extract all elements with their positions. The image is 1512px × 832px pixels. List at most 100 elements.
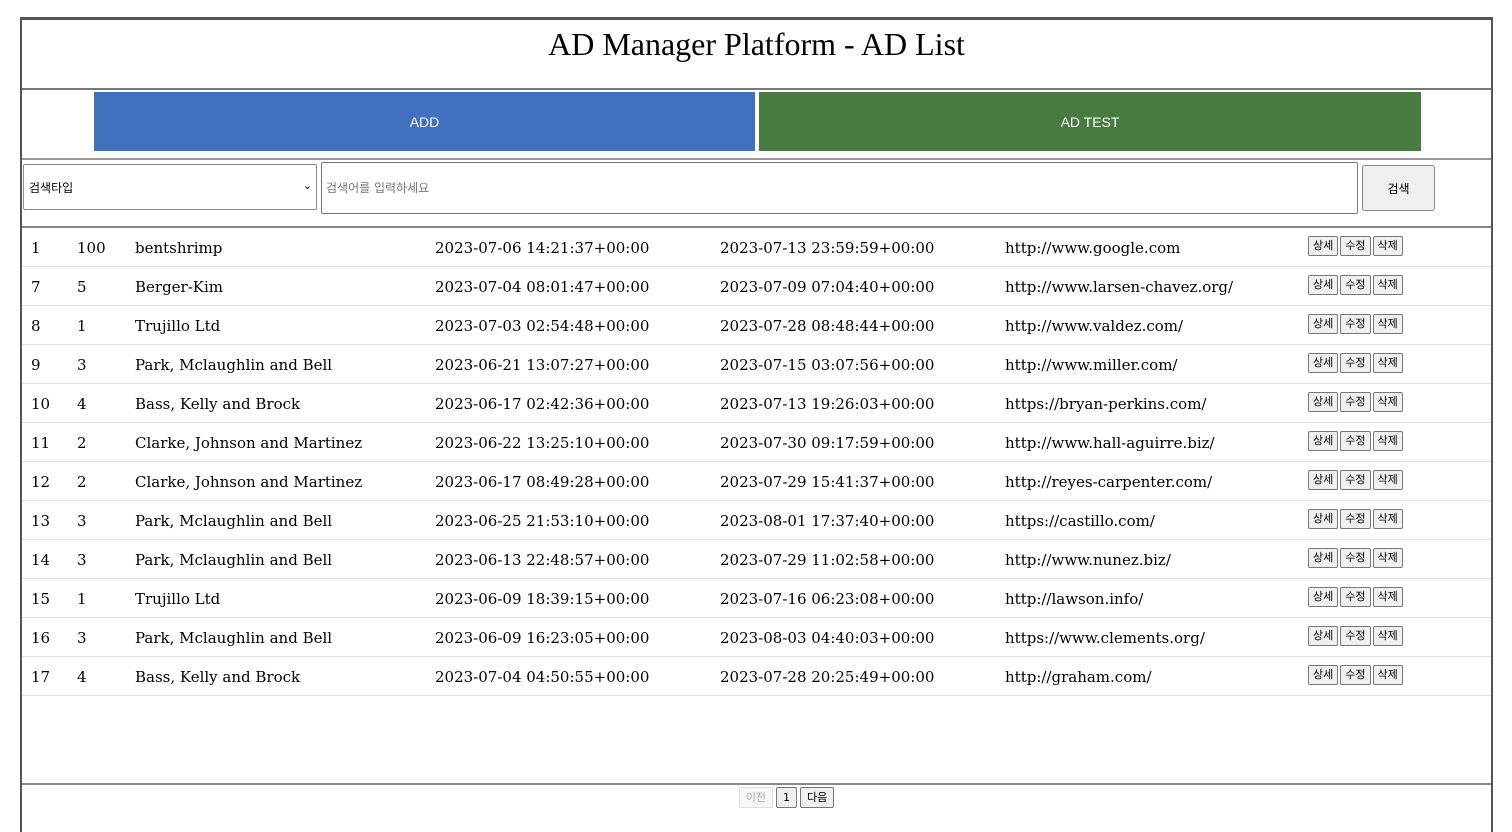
search-type-select[interactable]: 검색타입 ⌄ xyxy=(23,164,317,210)
row-actions: 상세 수정 삭제 xyxy=(1308,275,1403,295)
table-row: 7 5 Berger-Kim 2023-07-04 08:01:47+00:00 202… xyxy=(22,267,1491,306)
delete-button[interactable]: 삭제 xyxy=(1372,431,1403,451)
edit-button[interactable]: 수정 xyxy=(1340,353,1371,373)
delete-button[interactable]: 삭제 xyxy=(1372,353,1403,373)
search-type-value: 검색타입 xyxy=(29,180,74,195)
ad-count-cell: 3 xyxy=(77,551,87,569)
row-actions: 상세 수정 삭제 xyxy=(1308,314,1403,334)
ad-count-cell: 1 xyxy=(77,317,87,335)
detail-button[interactable]: 상세 xyxy=(1308,665,1339,685)
table-row: 15 1 Trujillo Ltd 2023-06-09 18:39:15+00:00… xyxy=(22,579,1491,618)
next-page-button[interactable]: 다음 xyxy=(800,787,835,808)
delete-button[interactable]: 삭제 xyxy=(1372,509,1403,529)
advertiser-name-cell: Clarke, Johnson and Martinez xyxy=(135,434,363,452)
chevron-down-icon: ⌄ xyxy=(302,179,312,192)
edit-button[interactable]: 수정 xyxy=(1340,236,1371,256)
url-cell: https://bryan-perkins.com/ xyxy=(1005,395,1207,413)
row-actions: 상세 수정 삭제 xyxy=(1308,236,1403,256)
start-date-cell: 2023-07-04 04:50:55+00:00 xyxy=(435,668,650,686)
delete-button[interactable]: 삭제 xyxy=(1372,236,1403,256)
ad-count-cell: 100 xyxy=(77,239,106,257)
detail-button[interactable]: 상세 xyxy=(1308,470,1339,490)
edit-button[interactable]: 수정 xyxy=(1340,314,1371,334)
end-date-cell: 2023-08-01 17:37:40+00:00 xyxy=(720,512,935,530)
delete-button[interactable]: 삭제 xyxy=(1372,392,1403,412)
ad-count-cell: 1 xyxy=(77,590,87,608)
prev-page-button[interactable]: 이전 xyxy=(738,787,773,808)
table-row: 14 3 Park, Mclaughlin and Bell 2023-06-13 2… xyxy=(22,540,1491,579)
end-date-cell: 2023-07-13 19:26:03+00:00 xyxy=(720,395,935,413)
url-cell: http://www.google.com xyxy=(1005,239,1181,257)
search-bar: 검색타입 ⌄ 검색 xyxy=(22,160,1491,228)
advertiser-name-cell: Trujillo Ltd xyxy=(135,317,221,335)
detail-button[interactable]: 상세 xyxy=(1308,587,1339,607)
advertiser-name-cell: Park, Mclaughlin and Bell xyxy=(135,629,333,647)
start-date-cell: 2023-06-13 22:48:57+00:00 xyxy=(435,551,650,569)
row-actions: 상세 수정 삭제 xyxy=(1308,353,1403,373)
edit-button[interactable]: 수정 xyxy=(1340,431,1371,451)
ad-id-cell: 7 xyxy=(31,278,41,296)
detail-button[interactable]: 상세 xyxy=(1308,626,1339,646)
delete-button[interactable]: 삭제 xyxy=(1372,470,1403,490)
advertiser-name-cell: Park, Mclaughlin and Bell xyxy=(135,512,333,530)
url-cell: https://castillo.com/ xyxy=(1005,512,1155,530)
delete-button[interactable]: 삭제 xyxy=(1372,314,1403,334)
edit-button[interactable]: 수정 xyxy=(1340,587,1371,607)
detail-button[interactable]: 상세 xyxy=(1308,548,1339,568)
edit-button[interactable]: 수정 xyxy=(1340,548,1371,568)
page-number-button[interactable]: 1 xyxy=(776,787,797,808)
ad-id-cell: 10 xyxy=(31,395,51,413)
end-date-cell: 2023-07-13 23:59:59+00:00 xyxy=(720,239,935,257)
start-date-cell: 2023-06-22 13:25:10+00:00 xyxy=(435,434,650,452)
end-date-cell: 2023-07-16 06:23:08+00:00 xyxy=(720,590,935,608)
ad-id-cell: 12 xyxy=(31,473,51,491)
detail-button[interactable]: 상세 xyxy=(1308,353,1339,373)
url-cell: http://www.larsen-chavez.org/ xyxy=(1005,278,1234,296)
ad-count-cell: 5 xyxy=(77,278,87,296)
edit-button[interactable]: 수정 xyxy=(1340,665,1371,685)
edit-button[interactable]: 수정 xyxy=(1340,275,1371,295)
edit-button[interactable]: 수정 xyxy=(1340,470,1371,490)
table-row: 11 2 Clarke, Johnson and Martinez 2023-06-2… xyxy=(22,423,1491,462)
advertiser-name-cell: Park, Mclaughlin and Bell xyxy=(135,551,333,569)
table-row: 10 4 Bass, Kelly and Brock 2023-06-17 02:42… xyxy=(22,384,1491,423)
detail-button[interactable]: 상세 xyxy=(1308,236,1339,256)
delete-button[interactable]: 삭제 xyxy=(1372,626,1403,646)
delete-button[interactable]: 삭제 xyxy=(1372,665,1403,685)
ad-count-cell: 3 xyxy=(77,629,87,647)
start-date-cell: 2023-06-17 02:42:36+00:00 xyxy=(435,395,650,413)
table-row: 17 4 Bass, Kelly and Brock 2023-07-04 04:50… xyxy=(22,657,1491,696)
advertiser-name-cell: Park, Mclaughlin and Bell xyxy=(135,356,333,374)
row-actions: 상세 수정 삭제 xyxy=(1308,392,1403,412)
search-input[interactable] xyxy=(321,162,1358,214)
page-frame: AD Manager Platform - AD List ADD AD TES… xyxy=(20,17,1493,832)
detail-button[interactable]: 상세 xyxy=(1308,431,1339,451)
ad-count-cell: 2 xyxy=(77,473,87,491)
edit-button[interactable]: 수정 xyxy=(1340,392,1371,412)
start-date-cell: 2023-06-25 21:53:10+00:00 xyxy=(435,512,650,530)
detail-button[interactable]: 상세 xyxy=(1308,314,1339,334)
url-cell: http://reyes-carpenter.com/ xyxy=(1005,473,1213,491)
end-date-cell: 2023-07-29 15:41:37+00:00 xyxy=(720,473,935,491)
ad-test-button[interactable]: AD TEST xyxy=(759,92,1421,151)
url-cell: http://www.valdez.com/ xyxy=(1005,317,1184,335)
end-date-cell: 2023-07-15 03:07:56+00:00 xyxy=(720,356,935,374)
row-actions: 상세 수정 삭제 xyxy=(1308,431,1403,451)
row-actions: 상세 수정 삭제 xyxy=(1308,470,1403,490)
end-date-cell: 2023-07-29 11:02:58+00:00 xyxy=(720,551,935,569)
url-cell: http://graham.com/ xyxy=(1005,668,1152,686)
delete-button[interactable]: 삭제 xyxy=(1372,548,1403,568)
end-date-cell: 2023-08-03 04:40:03+00:00 xyxy=(720,629,935,647)
advertiser-name-cell: Clarke, Johnson and Martinez xyxy=(135,473,363,491)
detail-button[interactable]: 상세 xyxy=(1308,392,1339,412)
search-button[interactable]: 검색 xyxy=(1362,165,1435,211)
detail-button[interactable]: 상세 xyxy=(1308,275,1339,295)
delete-button[interactable]: 삭제 xyxy=(1372,587,1403,607)
delete-button[interactable]: 삭제 xyxy=(1372,275,1403,295)
ad-id-cell: 9 xyxy=(31,356,41,374)
add-button[interactable]: ADD xyxy=(94,92,755,151)
detail-button[interactable]: 상세 xyxy=(1308,509,1339,529)
edit-button[interactable]: 수정 xyxy=(1340,509,1371,529)
edit-button[interactable]: 수정 xyxy=(1340,626,1371,646)
advertiser-name-cell: Bass, Kelly and Brock xyxy=(135,668,301,686)
